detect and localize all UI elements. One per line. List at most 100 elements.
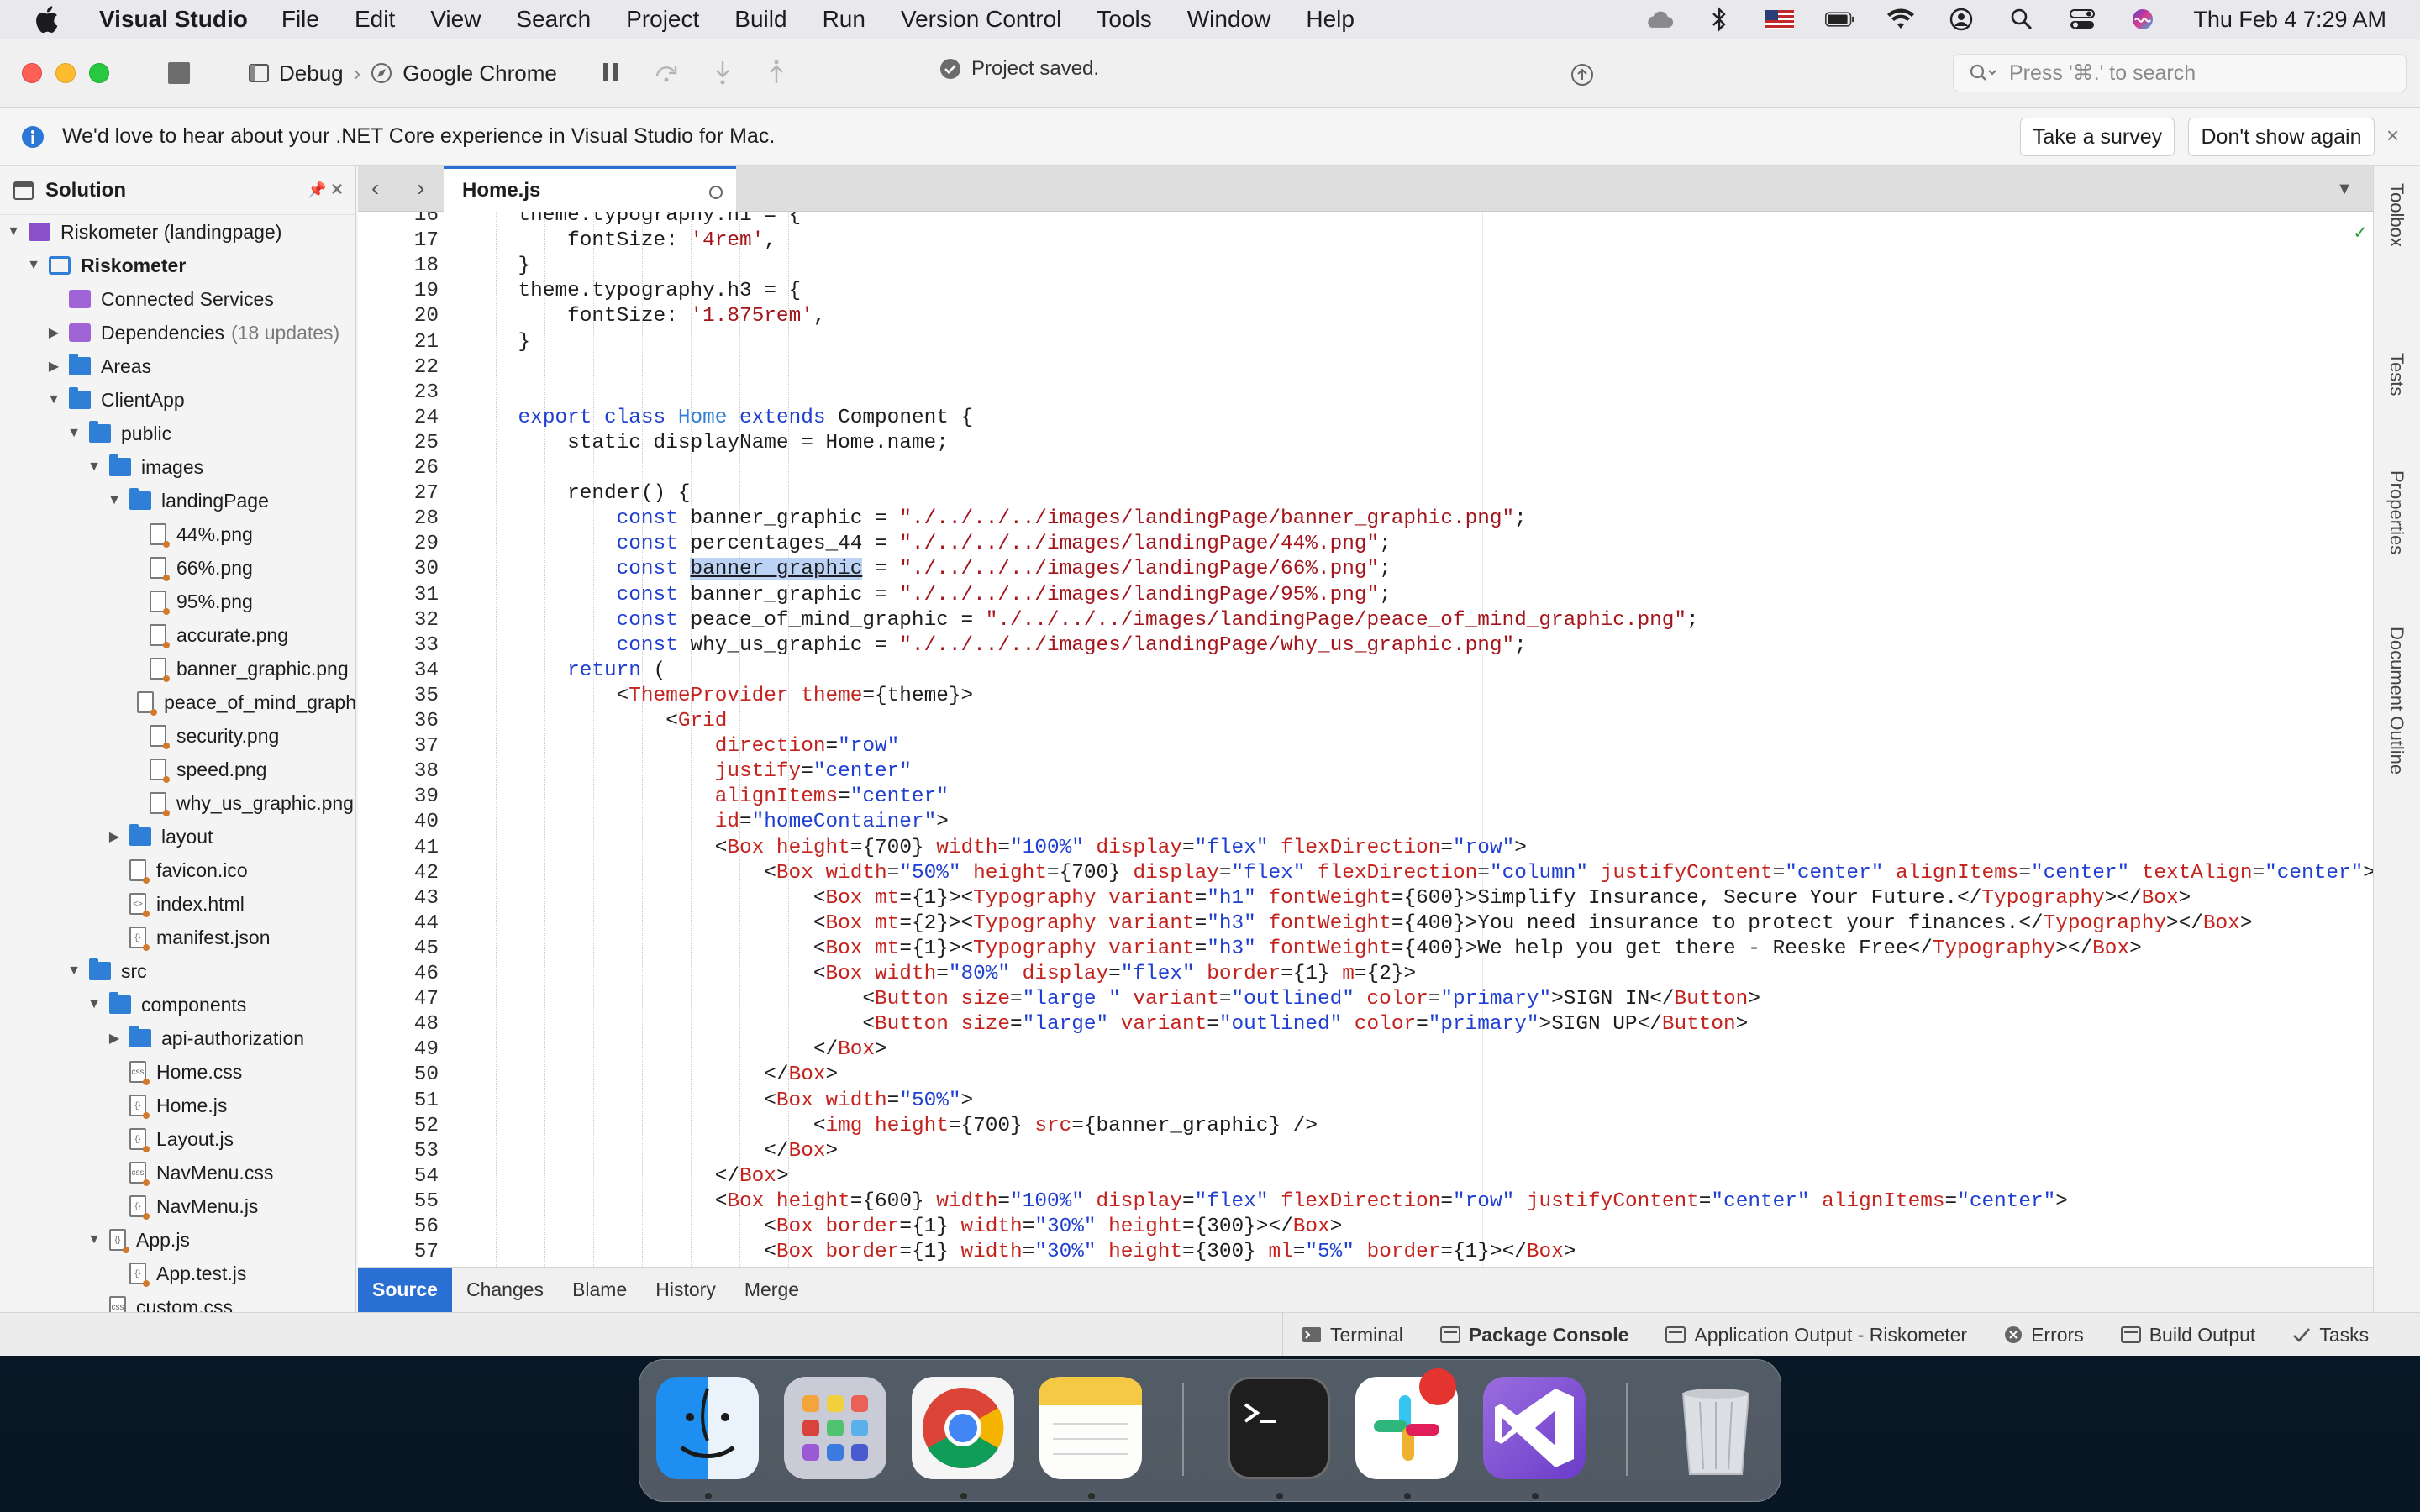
sidebar-item-navmenu-css[interactable]: css NavMenu.css xyxy=(0,1156,355,1189)
code-line[interactable]: 48 <Button size="large" variant="outline… xyxy=(358,1012,2373,1037)
tasks-pad-button[interactable]: Tasks xyxy=(2274,1324,2387,1347)
disclosure-open-icon[interactable]: ▼ xyxy=(86,1231,103,1248)
sidebar-item-custom-css[interactable]: css custom.css xyxy=(0,1290,355,1312)
code-line[interactable]: 35 <ThemeProvider theme={theme}> xyxy=(358,684,2373,709)
code-line[interactable]: 55 <Box height={600} width="100%" displa… xyxy=(358,1189,2373,1215)
tab-merge[interactable]: Merge xyxy=(730,1268,813,1313)
sidebar-item-riskometer-landingpage[interactable]: ▼ Riskometer (landingpage) xyxy=(0,215,355,249)
code-line[interactable]: 43 <Box mt={1}><Typography variant="h1" … xyxy=(358,886,2373,911)
step-into-icon[interactable] xyxy=(713,60,733,85)
sidebar-item-connected-services[interactable]: Connected Services xyxy=(0,282,355,316)
code-line[interactable]: 44 <Box mt={2}><Typography variant="h3" … xyxy=(358,911,2373,937)
sidebar-item-app-test-js[interactable]: {} App.test.js xyxy=(0,1257,355,1290)
updates-arrow-icon[interactable] xyxy=(1570,62,1595,87)
notes-icon[interactable] xyxy=(1039,1377,1142,1479)
sidebar-item-areas[interactable]: ▶ Areas xyxy=(0,349,355,383)
sidebar-item-index-html[interactable]: <> index.html xyxy=(0,887,355,921)
tab-changes[interactable]: Changes xyxy=(452,1268,558,1313)
sidebar-item-favicon-ico[interactable]: favicon.ico xyxy=(0,853,355,887)
disclosure-closed-icon[interactable]: ▶ xyxy=(106,828,123,845)
code-line[interactable]: 16 theme.typography.h1 = { xyxy=(358,212,2373,228)
code-line[interactable]: 42 <Box width="50%" height={700} display… xyxy=(358,861,2373,886)
sidebar-item-public[interactable]: ▼ public xyxy=(0,417,355,450)
sidebar-item-images[interactable]: ▼ images xyxy=(0,450,355,484)
forward-arrow-icon[interactable]: › xyxy=(417,175,424,202)
step-over-icon[interactable] xyxy=(654,61,679,83)
code-line[interactable]: 57 <Box border={1} width="30%" height={3… xyxy=(358,1240,2373,1265)
code-line[interactable]: 52 <img height={700} src={banner_graphic… xyxy=(358,1114,2373,1139)
menu-edit[interactable]: Edit xyxy=(355,6,395,33)
bluetooth-icon[interactable] xyxy=(1704,7,1734,32)
code-line[interactable]: 41 <Box height={700} width="100%" displa… xyxy=(358,836,2373,861)
target-label[interactable]: Google Chrome xyxy=(402,60,557,87)
code-line[interactable]: 29 const percentages_44 = "./../../../im… xyxy=(358,532,2373,557)
close-icon[interactable]: × xyxy=(2386,123,2399,149)
code-line[interactable]: 31 const banner_graphic = "./../../../im… xyxy=(358,583,2373,608)
sidebar-item-95-png[interactable]: 95%.png xyxy=(0,585,355,618)
properties-pad-tab[interactable]: Properties xyxy=(2386,470,2407,554)
code-line[interactable]: 34 return ( xyxy=(358,659,2373,684)
sidebar-item-navmenu-js[interactable]: {} NavMenu.js xyxy=(0,1189,355,1223)
disclosure-open-icon[interactable]: ▼ xyxy=(86,996,103,1013)
configuration-label[interactable]: Debug xyxy=(279,60,344,87)
disclosure-open-icon[interactable]: ▼ xyxy=(106,492,123,509)
sidebar-item-layout-js[interactable]: {} Layout.js xyxy=(0,1122,355,1156)
close-pad-icon[interactable]: × xyxy=(331,178,343,202)
run-configuration-selector[interactable]: Debug › Google Chrome xyxy=(249,54,557,92)
dont-show-again-button[interactable]: Don't show again xyxy=(2188,118,2375,156)
cloud-icon[interactable] xyxy=(1644,7,1674,32)
disclosure-open-icon[interactable]: ▼ xyxy=(25,257,42,274)
tests-pad-tab[interactable]: Tests xyxy=(2386,353,2407,396)
sidebar-item-home-css[interactable]: css Home.css xyxy=(0,1055,355,1089)
code-line[interactable]: 39 alignItems="center" xyxy=(358,785,2373,810)
pin-icon[interactable]: 📌 xyxy=(308,181,326,199)
tab-overflow-icon[interactable]: ▼ xyxy=(2336,180,2353,199)
stop-icon[interactable] xyxy=(168,62,190,84)
sidebar-item-home-js[interactable]: {} Home.js xyxy=(0,1089,355,1122)
user-account-icon[interactable] xyxy=(1946,7,1976,32)
menu-view[interactable]: View xyxy=(430,6,481,33)
finder-icon[interactable] xyxy=(656,1377,759,1479)
tab-home-js[interactable]: Home.js xyxy=(444,166,736,212)
build-output-pad-button[interactable]: Build Output xyxy=(2102,1324,2275,1347)
spotlight-icon[interactable] xyxy=(2007,7,2037,32)
menu-window[interactable]: Window xyxy=(1187,6,1271,33)
sidebar-item-riskometer[interactable]: ▼ Riskometer xyxy=(0,249,355,282)
disclosure-open-icon[interactable]: ▼ xyxy=(5,223,22,240)
document-outline-pad-tab[interactable]: Document Outline xyxy=(2386,627,2407,774)
sidebar-item-dependencies[interactable]: ▶ Dependencies (18 updates) xyxy=(0,316,355,349)
code-line[interactable]: 23 xyxy=(358,381,2373,406)
apple-icon[interactable] xyxy=(34,5,62,34)
trash-icon[interactable] xyxy=(1665,1377,1767,1479)
search-field[interactable]: Press '⌘.' to search xyxy=(1953,54,2407,92)
code-line[interactable]: 47 <Button size="large " variant="outlin… xyxy=(358,987,2373,1012)
disclosure-closed-icon[interactable]: ▶ xyxy=(45,324,62,341)
wifi-icon[interactable] xyxy=(1886,7,1916,32)
code-line[interactable]: 56 <Box border={1} width="30%" height={3… xyxy=(358,1215,2373,1240)
take-survey-button[interactable]: Take a survey xyxy=(2020,118,2175,156)
code-line[interactable]: 28 const banner_graphic = "./../../../im… xyxy=(358,507,2373,532)
code-line[interactable]: 32 const peace_of_mind_graphic = "./../.… xyxy=(358,608,2373,633)
sidebar-item-api-authorization[interactable]: ▶ api-authorization xyxy=(0,1021,355,1055)
menu-search[interactable]: Search xyxy=(516,6,591,33)
code-line[interactable]: 36 <Grid xyxy=(358,709,2373,734)
close-window-button[interactable] xyxy=(22,63,42,83)
disclosure-closed-icon[interactable]: ▶ xyxy=(45,358,62,375)
disclosure-closed-icon[interactable]: ▶ xyxy=(106,1030,123,1047)
launchpad-icon[interactable] xyxy=(784,1377,886,1479)
menu-file[interactable]: File xyxy=(281,6,319,33)
code-line[interactable]: 24 export class Home extends Component { xyxy=(358,406,2373,431)
code-line[interactable]: 26 xyxy=(358,456,2373,481)
sidebar-item-why-us-graphic-png[interactable]: why_us_graphic.png xyxy=(0,786,355,820)
app-menu[interactable]: Visual Studio xyxy=(99,6,248,33)
code-line[interactable]: 54 </Box> xyxy=(358,1164,2373,1189)
sidebar-item-66-png[interactable]: 66%.png xyxy=(0,551,355,585)
flag-icon[interactable] xyxy=(1765,7,1795,32)
code-line[interactable]: 19 theme.typography.h3 = { xyxy=(358,279,2373,304)
code-line[interactable]: 22 xyxy=(358,355,2373,381)
tab-history[interactable]: History xyxy=(641,1268,730,1313)
step-out-icon[interactable] xyxy=(766,60,786,85)
code-line[interactable]: 30 const banner_graphic = "./../../../im… xyxy=(358,557,2373,582)
code-line[interactable]: 49 </Box> xyxy=(358,1037,2373,1063)
menu-tools[interactable]: Tools xyxy=(1097,6,1151,33)
